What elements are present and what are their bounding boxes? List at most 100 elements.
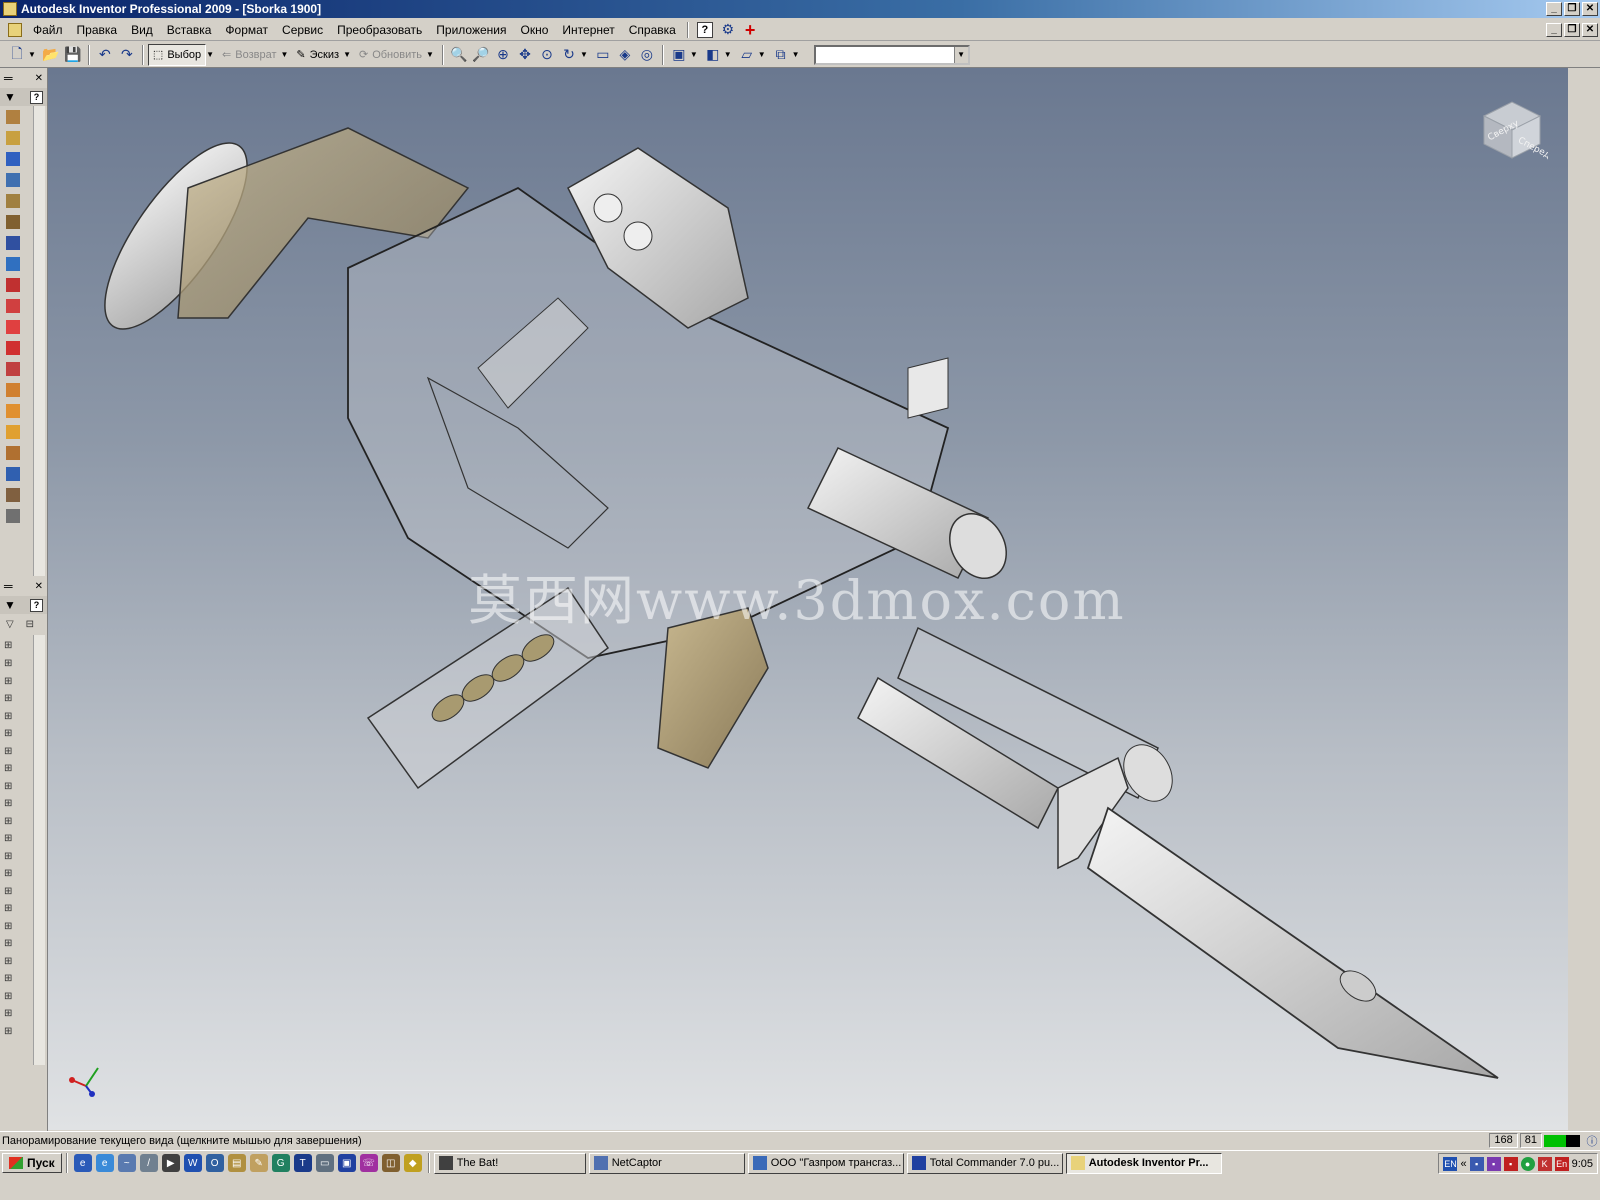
quicklaunch-ie-icon[interactable]: e [73,1154,92,1172]
graphics-window[interactable]: 莫西网www.3dmox.com Сверху Спереди [48,68,1568,1130]
doc-close-button[interactable]: ✕ [1582,23,1598,37]
update-button[interactable]: ⟳ Обновить [355,44,426,66]
style-combo[interactable]: ▼ [813,44,970,65]
pan-icon[interactable]: ✥ [514,44,536,66]
kaspersky-icon[interactable]: K [1537,1156,1552,1171]
tray-app-icon[interactable]: ▪ [1486,1156,1501,1171]
tree-node[interactable] [4,918,32,936]
quicklaunch-inventor-icon[interactable]: ◆ [403,1154,422,1172]
browser-scrollbar[interactable] [33,635,45,1065]
return-dropdown-icon[interactable]: ▼ [281,50,289,59]
open-file-icon[interactable]: 📂 [40,44,62,66]
section-view-icon[interactable]: ◧ [702,44,724,66]
doc-minimize-button[interactable]: _ [1546,23,1562,37]
section-dropdown-icon[interactable]: ▼ [724,50,732,59]
zoom-selected-icon[interactable]: ⊙ [536,44,558,66]
menu-view[interactable]: Вид [124,23,160,37]
menu-file[interactable]: Файл [26,23,70,37]
menu-tools[interactable]: Сервис [275,23,330,37]
update-dropdown-icon[interactable]: ▼ [426,50,434,59]
zoom-all-icon[interactable]: 🔍 [448,44,470,66]
rotate-dropdown-icon[interactable]: ▼ [580,50,588,59]
task-gazprom[interactable]: ООО "Газпром трансгаз... [747,1152,904,1174]
grip-icon[interactable]: ═ [4,579,13,593]
browser-help-icon[interactable]: ? [30,598,43,612]
sketch-dropdown-icon[interactable]: ▼ [343,50,351,59]
look-at-icon[interactable]: ▭ [592,44,614,66]
tree-node[interactable] [4,673,32,691]
quicklaunch-phone-icon[interactable]: ☏ [359,1154,378,1172]
tree-node[interactable] [4,778,32,796]
assembly-icon[interactable]: ⧉ [770,44,792,66]
task-autodesk-inventor[interactable]: Autodesk Inventor Pr... [1065,1152,1222,1174]
menu-edit[interactable]: Правка [70,23,125,37]
task-the-bat[interactable]: The Bat! [433,1152,586,1174]
start-button[interactable]: Пуск [2,1153,62,1173]
panel-help-icon[interactable]: ? [30,90,43,104]
menu-applications[interactable]: Приложения [429,23,513,37]
minimize-button[interactable]: _ [1546,2,1562,16]
quicklaunch-image-icon[interactable]: ◫ [381,1154,400,1172]
status-info-icon[interactable]: ⓘ [1584,1133,1600,1149]
tree-node[interactable] [4,830,32,848]
help-icon[interactable]: ? [696,21,713,38]
tree-node[interactable] [4,795,32,813]
tree-node[interactable] [4,708,32,726]
browser-dropdown-icon[interactable]: ▼ [4,598,16,612]
tree-node[interactable] [4,900,32,918]
clock[interactable]: 9:05 [1572,1158,1593,1170]
camera-icon[interactable]: ◎ [636,44,658,66]
menu-convert[interactable]: Преобразовать [330,23,429,37]
save-icon[interactable]: 💾 [62,44,84,66]
new-dropdown-icon[interactable]: ▼ [28,50,36,59]
task-netcaptor[interactable]: NetCaptor [588,1152,745,1174]
tree-node[interactable] [4,848,32,866]
new-file-icon[interactable]: 🗋 [6,44,28,66]
redo-icon[interactable]: ↷ [116,44,138,66]
tree-node[interactable] [4,953,32,971]
shaded-display-icon[interactable]: ◈ [614,44,636,66]
select-button[interactable]: ⬚ Выбор [147,43,207,66]
tray-green-icon[interactable]: ● [1520,1156,1535,1171]
viewcube-icon[interactable]: Сверху Спереди [1476,92,1548,164]
menu-internet[interactable]: Интернет [555,23,621,37]
browser-close-icon[interactable]: ✕ [35,581,43,592]
quicklaunch-folder-icon[interactable]: ▤ [227,1154,246,1172]
return-button[interactable]: ⇐ Возврат [218,44,280,66]
sketch-button[interactable]: ✎ Эскиз [292,44,343,66]
quicklaunch-media-icon[interactable]: ▶ [161,1154,180,1172]
assembly-root-node[interactable] [4,635,32,655]
document-icon[interactable] [8,22,22,37]
assembly-dropdown-icon[interactable]: ▼ [792,50,800,59]
tray-expand-icon[interactable]: « [1460,1158,1466,1170]
quicklaunch-explorer-icon[interactable]: e [95,1154,114,1172]
rear-sight[interactable] [907,357,949,419]
tree-node[interactable] [4,883,32,901]
tree-node[interactable] [4,760,32,778]
panel-dropdown-icon[interactable]: ▼ [4,90,16,104]
whats-this-icon[interactable]: ⚙ [717,19,739,41]
tree-node[interactable] [4,725,32,743]
quicklaunch-word-icon[interactable]: W [183,1154,202,1172]
tree-node[interactable] [4,935,32,953]
tree-node[interactable] [4,655,32,673]
quicklaunch-notepad-icon[interactable]: ✎ [249,1154,268,1172]
quicklaunch-save-icon[interactable]: ▣ [337,1154,356,1172]
browser-options-icon[interactable]: ⊟ [26,619,34,630]
quicklaunch-tool-icon[interactable]: / [139,1154,158,1172]
tree-node[interactable] [4,970,32,988]
red-plus-icon[interactable]: + [745,21,756,39]
keyboard-layout-indicator[interactable]: En [1554,1156,1569,1171]
menu-help[interactable]: Справка [622,23,683,37]
plane-icon[interactable]: ▱ [736,44,758,66]
tree-node[interactable] [4,690,32,708]
tree-node[interactable] [4,743,32,761]
doc-restore-button[interactable]: ❐ [1564,23,1580,37]
grip-icon[interactable]: ═ [4,71,13,85]
menu-format[interactable]: Формат [218,23,275,37]
task-total-commander[interactable]: Total Commander 7.0 pu... [906,1152,1063,1174]
display-mode-icon[interactable]: ▣ [668,44,690,66]
language-indicator[interactable]: EN [1443,1156,1458,1171]
tray-red-icon[interactable]: ▪ [1503,1156,1518,1171]
plane-dropdown-icon[interactable]: ▼ [758,50,766,59]
